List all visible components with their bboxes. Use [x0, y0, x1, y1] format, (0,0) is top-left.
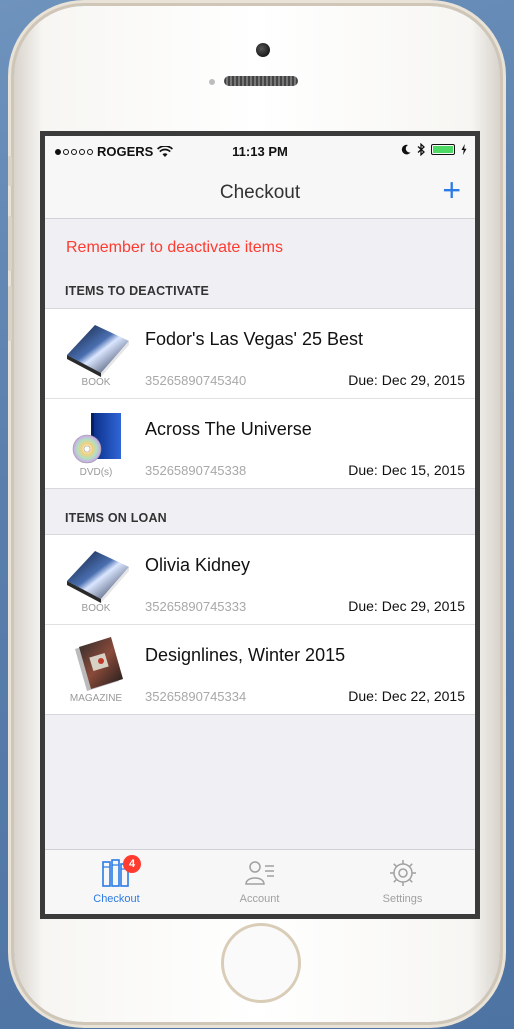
bluetooth-icon [417, 143, 425, 156]
book-icon [67, 325, 129, 377]
list-item[interactable]: MAGAZINE Designlines, Winter 2015 352658… [45, 624, 475, 714]
section-header-on-loan: ITEMS ON LOAN [65, 511, 167, 525]
item-barcode: 35265890745338 [145, 463, 247, 478]
earpiece-speaker [224, 76, 298, 86]
tab-bar: 4 Checkout Account Settings [45, 849, 475, 914]
tab-label: Settings [382, 893, 423, 905]
item-type: BOOK [81, 377, 111, 388]
tab-label: Account [239, 893, 280, 905]
book-icon [67, 551, 129, 603]
add-button[interactable]: + [442, 174, 461, 206]
status-indicators [401, 143, 467, 156]
gear-icon [390, 860, 416, 886]
moon-icon [401, 144, 411, 155]
item-type: BOOK [81, 603, 111, 614]
page-title: Checkout [219, 182, 301, 203]
account-icon [245, 861, 274, 885]
proximity-sensor [209, 79, 215, 85]
home-button[interactable] [221, 923, 301, 1003]
on-loan-list: BOOK Olivia Kidney 35265890745333 Due: D… [45, 534, 475, 715]
tab-checkout[interactable]: 4 Checkout [45, 850, 188, 914]
section-header-deactivate: ITEMS TO DEACTIVATE [65, 284, 210, 298]
item-barcode: 35265890745334 [145, 689, 247, 704]
item-title: Designlines, Winter 2015 [145, 645, 346, 665]
item-barcode: 35265890745340 [145, 373, 247, 388]
item-due-date: Due: Dec 29, 2015 [348, 372, 465, 388]
list-item[interactable]: BOOK Fodor's Las Vegas' 25 Best 35265890… [45, 309, 475, 398]
item-due-date: Due: Dec 29, 2015 [348, 598, 465, 614]
charging-icon [461, 144, 467, 155]
tab-label: Checkout [93, 893, 140, 905]
mute-switch [8, 156, 12, 186]
item-type: MAGAZINE [69, 693, 123, 704]
dvd-icon [72, 413, 121, 464]
phone-frame: ROGERS 11:13 PM Checkout + Remember to d… [8, 6, 500, 1022]
item-due-date: Due: Dec 22, 2015 [348, 688, 465, 704]
tab-account[interactable]: Account [188, 850, 331, 914]
status-bar: ROGERS 11:13 PM [45, 136, 475, 166]
item-barcode: 35265890745333 [145, 599, 247, 614]
app-screen: ROGERS 11:13 PM Checkout + Remember to d… [40, 131, 480, 919]
navigation-bar: Checkout + [45, 166, 475, 219]
volume-up-button [8, 216, 12, 271]
battery-icon [431, 144, 455, 155]
list-item[interactable]: BOOK Olivia Kidney 35265890745333 Due: D… [45, 535, 475, 624]
volume-down-button [8, 286, 12, 341]
list-item[interactable]: DVD(s) Across The Universe 3526589074533… [45, 398, 475, 488]
item-title: Across The Universe [145, 419, 312, 439]
deactivate-reminder: Remember to deactivate items [66, 239, 283, 256]
deactivate-list: BOOK Fodor's Las Vegas' 25 Best 35265890… [45, 308, 475, 489]
item-type: DVD(s) [79, 467, 113, 478]
item-due-date: Due: Dec 15, 2015 [348, 462, 465, 478]
checkout-badge: 4 [123, 855, 141, 873]
item-title: Olivia Kidney [145, 555, 251, 575]
magazine-icon [75, 637, 123, 691]
tab-settings[interactable]: Settings [331, 850, 474, 914]
front-camera [256, 43, 270, 57]
item-title: Fodor's Las Vegas' 25 Best [145, 329, 364, 349]
